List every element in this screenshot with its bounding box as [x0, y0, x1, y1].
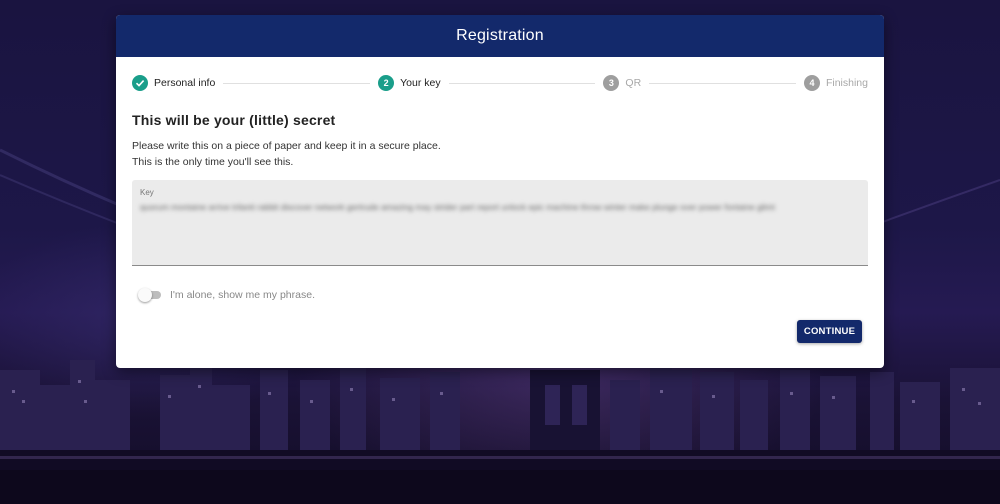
check-icon [132, 75, 148, 91]
toggle-thumb [138, 288, 152, 302]
key-phrase-blurred: quorum montaine arrive trilanti rabbit d… [140, 202, 775, 212]
show-phrase-toggle[interactable] [138, 288, 162, 302]
step-label: Personal info [154, 77, 216, 89]
step-qr[interactable]: 3 QR [603, 75, 641, 91]
step-personal-info[interactable]: Personal info [132, 75, 215, 91]
step-label: QR [625, 77, 642, 89]
secret-headline: This will be your (little) secret [132, 112, 336, 128]
dialog-title: Registration [456, 27, 544, 44]
step-label: Your key [400, 77, 441, 89]
key-textarea[interactable]: Key quorum montaine arrive trilanti rabb… [132, 180, 868, 266]
step-divider [448, 82, 596, 84]
description-line-1: Please write this on a piece of paper an… [132, 140, 441, 152]
step-content: This will be your (little) secret Please… [116, 112, 884, 343]
step-label: Finishing [825, 77, 868, 89]
description-line-2: This is the only time you'll see this. [132, 156, 294, 168]
key-field-label: Key [140, 188, 154, 197]
show-phrase-row: I'm alone, show me my phrase. [138, 288, 868, 302]
stepper: Personal info 2 Your key 3 QR 4 Finishin… [132, 66, 868, 100]
dialog-actions: CONTINUE [132, 320, 868, 343]
step-number: 4 [803, 75, 820, 91]
step-number: 3 [603, 75, 620, 91]
step-divider [649, 82, 796, 84]
step-finishing[interactable]: 4 Finishing [803, 75, 868, 91]
show-phrase-label: I'm alone, show me my phrase. [170, 289, 315, 301]
registration-dialog: Registration Personal info 2 Your key 3 … [116, 15, 884, 368]
dialog-header: Registration [116, 15, 884, 57]
step-divider [223, 82, 371, 84]
step-your-key[interactable]: 2 Your key [378, 75, 441, 91]
step-number: 2 [378, 75, 395, 91]
continue-button[interactable]: CONTINUE [797, 320, 862, 343]
secret-description: Please write this on a piece of paper an… [132, 138, 868, 170]
